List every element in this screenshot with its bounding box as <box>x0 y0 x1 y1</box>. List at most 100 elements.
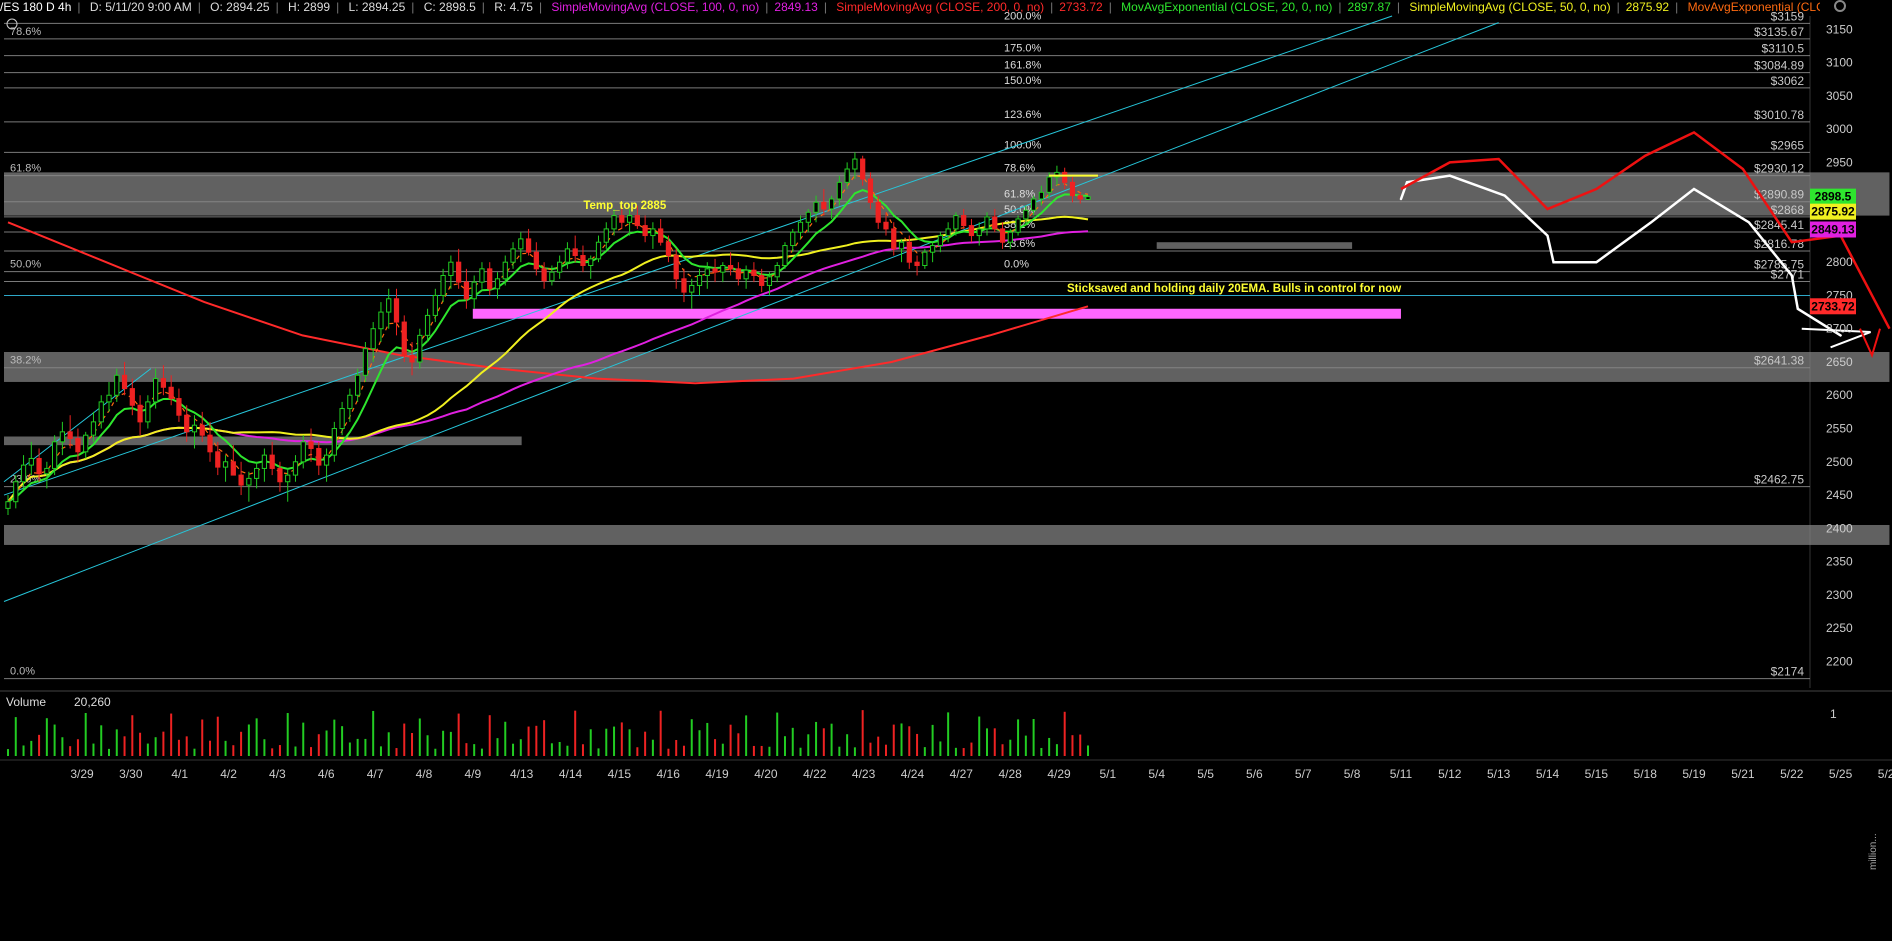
gray-zone <box>1156 242 1353 249</box>
candle-body <box>533 251 539 270</box>
candle-body <box>83 434 89 453</box>
candle-body <box>378 311 384 330</box>
price-chart[interactable]: $3159$3135.67$3110.5$3084.89$3062$3010.7… <box>0 0 1892 936</box>
candle-body <box>961 215 967 227</box>
chart-annotation: Sticksaved and holding daily 20EMA. Bull… <box>1067 283 1401 295</box>
y-tick-label: 2550 <box>1826 422 1853 436</box>
candle-body <box>735 268 741 280</box>
candle-body <box>339 408 345 430</box>
level-label: $2868 <box>1771 203 1805 217</box>
candle-body <box>898 241 905 250</box>
candle-body <box>937 235 943 247</box>
level-label: $2462.75 <box>1754 473 1804 487</box>
candle-body <box>254 467 260 479</box>
x-tick-label: 5/21 <box>1731 767 1755 781</box>
level-label: $2930.12 <box>1754 162 1804 176</box>
candle-body <box>114 374 120 396</box>
candle-body <box>20 464 27 483</box>
candle-body <box>619 215 625 223</box>
study-ema-extra-label[interactable]: MovAvgExponential (CLOSE... <box>1688 0 1820 14</box>
fib-right-label: 0.0% <box>1004 259 1029 271</box>
candle-body <box>611 215 617 230</box>
bar-open: O: 2894.25 <box>210 0 270 14</box>
x-tick-label: 4/3 <box>269 767 286 781</box>
level-label: $2641.38 <box>1754 354 1804 368</box>
candle-body <box>106 394 112 403</box>
x-tick-label: 4/9 <box>464 767 481 781</box>
candle-body <box>953 215 959 230</box>
level-label: $3062 <box>1771 74 1805 88</box>
candle-body <box>836 181 842 200</box>
x-tick-label: 5/25 <box>1829 767 1853 781</box>
candle-body <box>316 447 322 466</box>
candle-body <box>759 274 765 286</box>
bar-close: C: 2898.5 <box>423 0 476 14</box>
study-sma100-label[interactable]: SimpleMovingAvg (CLOSE, 100, 0, no) <box>551 0 759 14</box>
candle-body <box>720 265 726 273</box>
candle-body <box>145 401 151 423</box>
x-tick-label: 4/19 <box>705 767 729 781</box>
y-tick-label: 3050 <box>1826 89 1853 103</box>
support-zone <box>472 308 1401 319</box>
candle-body <box>852 158 858 170</box>
x-tick-label: 5/26 <box>1878 767 1892 781</box>
candle-body <box>774 265 780 278</box>
level-label: $2965 <box>1771 138 1805 152</box>
study-ema20-label[interactable]: MovAvgExponential (CLOSE, 20, 0, no) <box>1121 0 1332 14</box>
x-tick-label: 5/11 <box>1390 767 1413 781</box>
candle-body <box>704 268 710 276</box>
price-marker-label: 2733.72 <box>1811 299 1855 313</box>
candle-body <box>5 501 11 509</box>
candle <box>1085 196 1091 200</box>
symbol-label[interactable]: /ES 180 D 4h <box>0 0 71 14</box>
candle-body <box>308 441 314 449</box>
fib-right-label: 100.0% <box>1004 139 1042 151</box>
candle-body <box>650 228 656 237</box>
study-sma50-label[interactable]: SimpleMovingAvg (CLOSE, 50, 0, no) <box>1409 0 1610 14</box>
fib-right-label: 175.0% <box>1004 43 1042 55</box>
candle-body <box>689 284 695 293</box>
x-tick-label: 4/27 <box>950 767 974 781</box>
candle-body <box>681 278 687 293</box>
fib-right-label: 61.8% <box>1004 189 1035 201</box>
candle-body <box>821 201 827 210</box>
candle-body <box>588 258 594 267</box>
y-tick-label: 3100 <box>1826 56 1853 70</box>
candle-body <box>673 255 679 280</box>
gray-zone <box>4 172 1890 216</box>
x-tick-label: 5/1 <box>1100 767 1117 781</box>
fib-right-label: 123.6% <box>1004 109 1042 121</box>
candle-body <box>386 298 392 313</box>
y-tick-label: 2250 <box>1826 621 1853 635</box>
candle-body <box>222 461 229 468</box>
candle-body <box>510 248 516 263</box>
candle-body <box>137 404 143 423</box>
study-sma50-value: 2875.92 <box>1625 0 1670 14</box>
candle-body <box>355 374 361 396</box>
candle-body <box>603 228 609 243</box>
y-tick-label: 3000 <box>1826 122 1853 136</box>
x-tick-label: 4/20 <box>754 767 778 781</box>
candle-body <box>1069 181 1076 197</box>
candle-body <box>906 241 912 263</box>
candle-body <box>992 216 998 230</box>
candle-body <box>751 269 757 276</box>
y-tick-label: 2300 <box>1826 588 1853 602</box>
x-tick-label: 5/12 <box>1438 767 1462 781</box>
volume-label: Volume <box>6 695 46 709</box>
candle-body <box>502 261 508 280</box>
chart-area[interactable]: $3159 $3135.67 $3110.5 $3084.89 $3062 $3010.7… <box>0 0 1892 936</box>
candle-body <box>401 321 407 356</box>
candle-body <box>285 474 291 483</box>
candle-body <box>323 454 330 466</box>
candle-body <box>813 201 819 213</box>
study-sma200-label[interactable]: SimpleMovingAvg (CLOSE, 200, 0, no) <box>836 0 1044 14</box>
candle-body <box>945 228 951 237</box>
volume-value: 20,260 <box>74 695 111 709</box>
y-tick-label: 2350 <box>1826 555 1853 569</box>
x-tick-label: 4/24 <box>901 767 925 781</box>
candle-body <box>448 261 454 276</box>
y-tick-label: 2800 <box>1826 255 1853 269</box>
candle-body <box>634 215 640 227</box>
candle-body <box>712 268 718 273</box>
